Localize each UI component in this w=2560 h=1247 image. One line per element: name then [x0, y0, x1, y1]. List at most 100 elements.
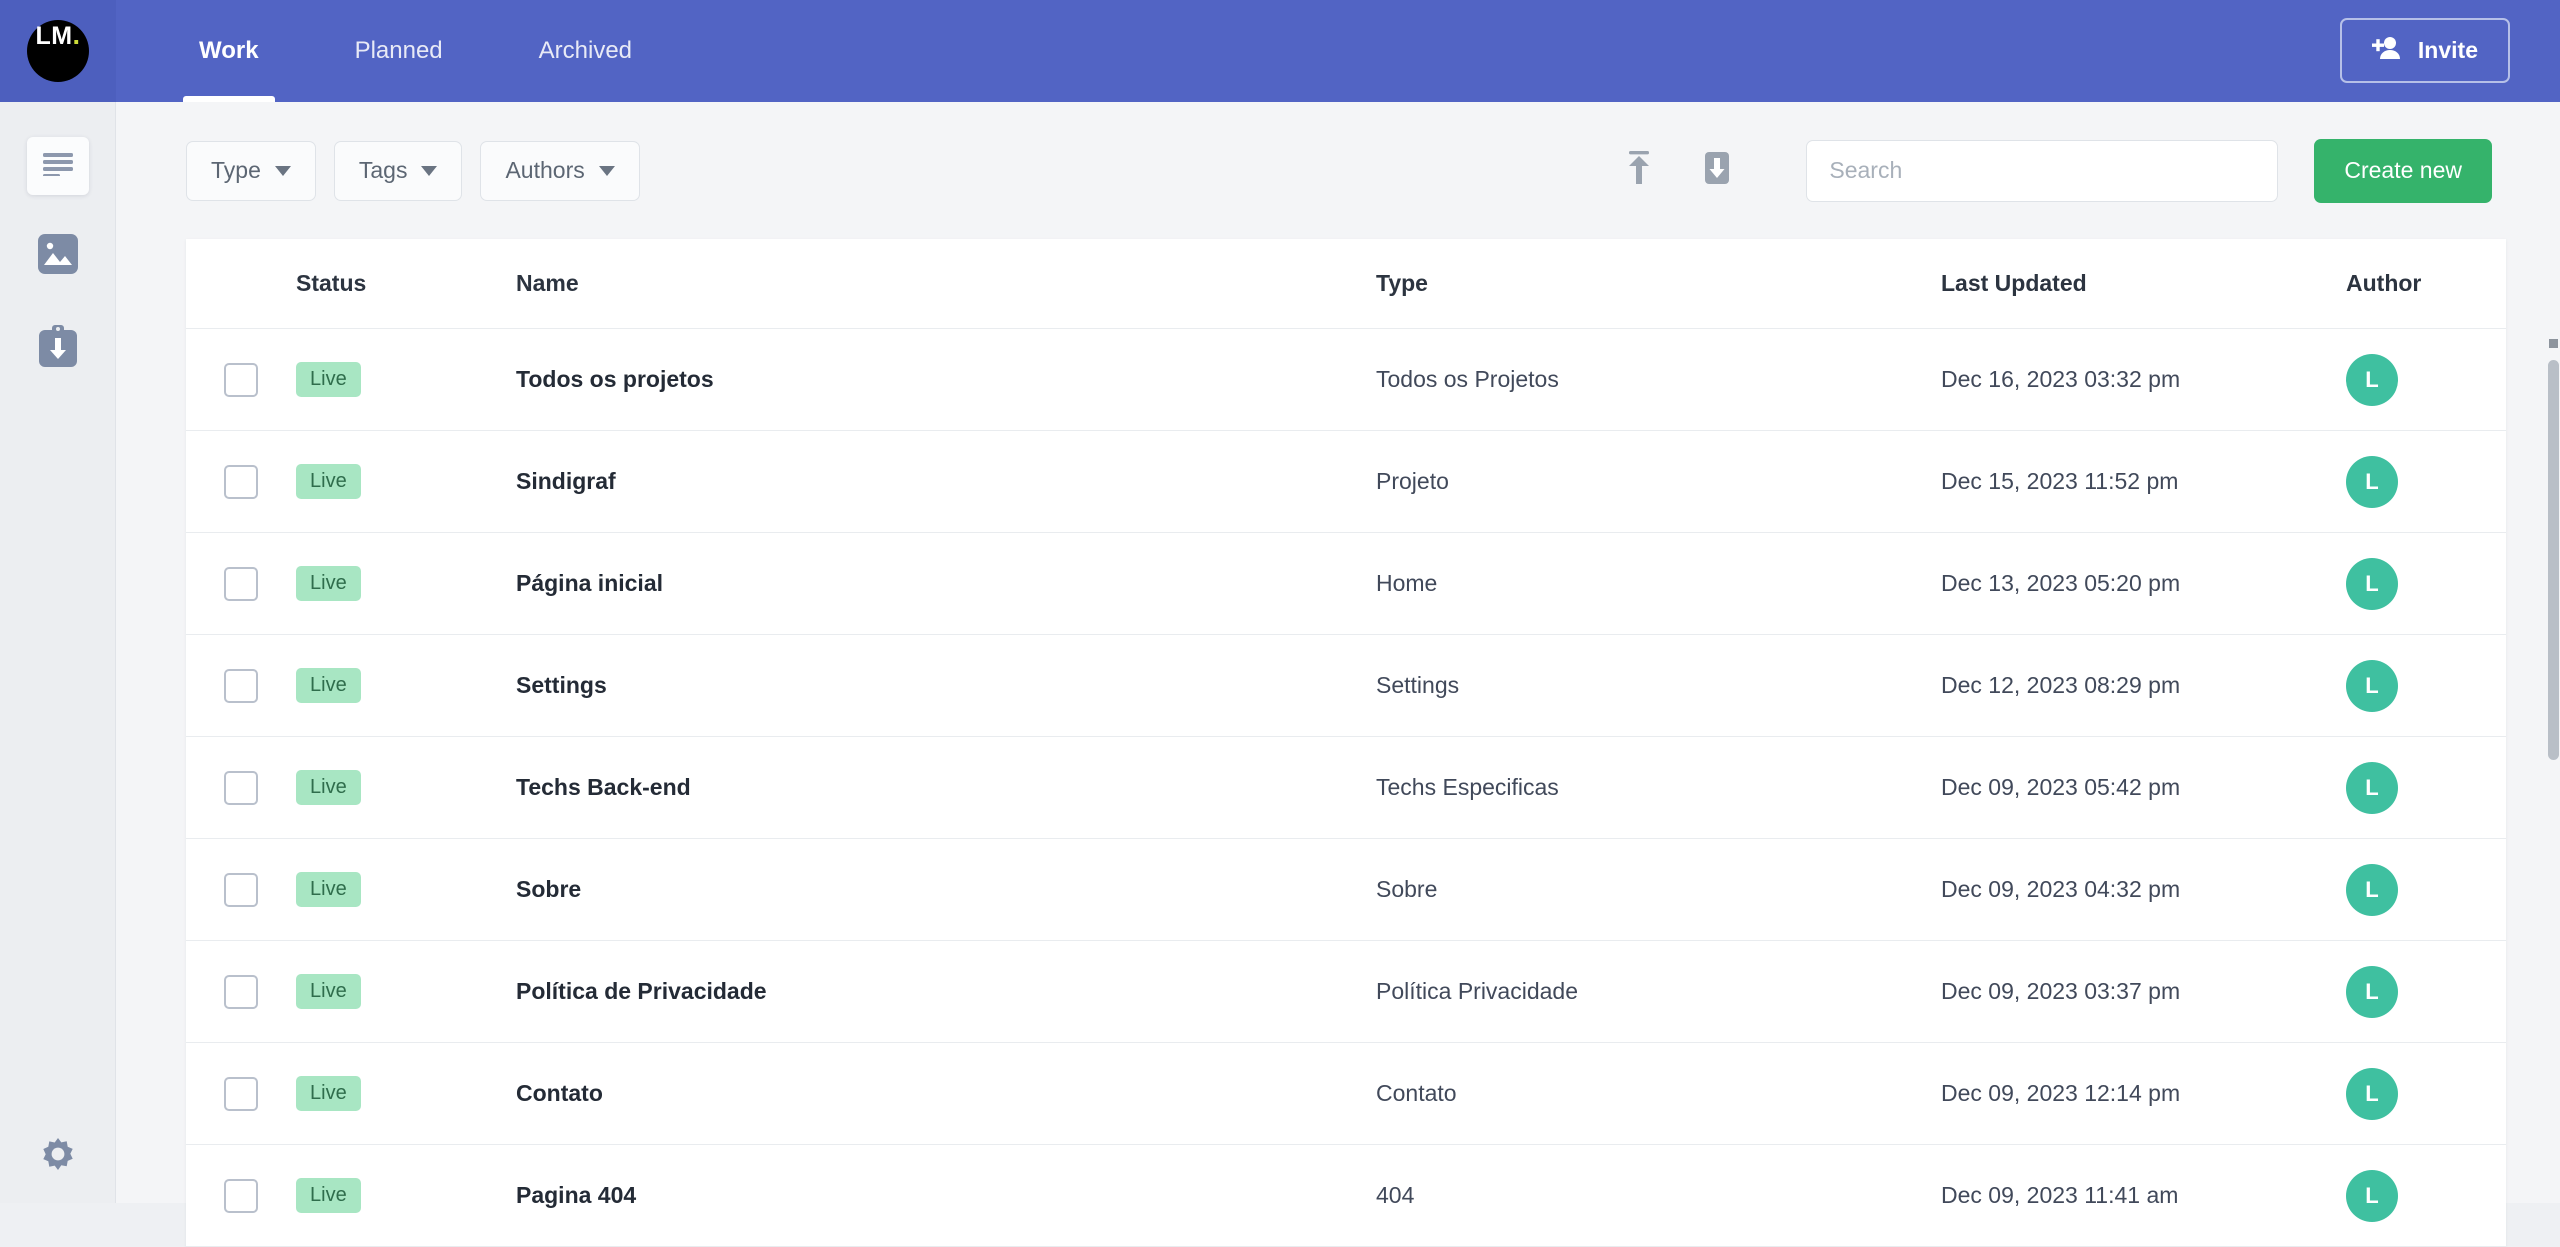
filter-authors[interactable]: Authors: [480, 140, 640, 201]
avatar[interactable]: L: [2346, 659, 2398, 712]
row-checkbox-cell: [186, 1178, 296, 1213]
row-type: Todos os Projetos: [1376, 366, 1559, 392]
avatar[interactable]: L: [2346, 863, 2398, 916]
row-checkbox[interactable]: [224, 566, 258, 601]
row-checkbox[interactable]: [224, 872, 258, 907]
avatar[interactable]: L: [2346, 1169, 2398, 1222]
row-name[interactable]: Política de Privacidade: [516, 978, 1376, 1005]
tab-planned[interactable]: Planned: [345, 0, 453, 102]
row-checkbox[interactable]: [224, 1178, 258, 1213]
row-name[interactable]: Settings: [516, 672, 1376, 699]
row-last-updated: Dec 09, 2023 04:32 pm: [1941, 876, 2181, 902]
row-name[interactable]: Pagina 404: [516, 1182, 1376, 1209]
tab-work[interactable]: Work: [183, 0, 275, 102]
row-name[interactable]: Página inicial: [516, 570, 1376, 597]
sidebar-item-pages[interactable]: [0, 135, 116, 197]
filter-tags[interactable]: Tags: [333, 140, 463, 201]
sidebar-item-assets[interactable]: [0, 320, 116, 378]
avatar[interactable]: L: [2346, 353, 2398, 406]
avatar[interactable]: L: [2346, 455, 2398, 508]
avatar[interactable]: L: [2346, 761, 2398, 814]
tab-work-label: Work: [199, 37, 259, 64]
column-header-status[interactable]: Status: [296, 270, 516, 297]
filter-tags-label: Tags: [358, 157, 408, 183]
row-type: 404: [1376, 1182, 1415, 1208]
table-row[interactable]: Live Página inicial Home Dec 13, 2023 05:20…: [186, 533, 2506, 635]
status-badge: Live: [296, 362, 361, 397]
row-status-cell: Live: [296, 1178, 516, 1213]
create-new-button[interactable]: Create new: [2314, 138, 2492, 203]
chevron-down-icon: [274, 165, 291, 176]
status-badge: Live: [296, 974, 361, 1009]
vertical-scrollbar[interactable]: [2546, 102, 2560, 1203]
row-type: Settings: [1376, 672, 1460, 698]
brand-logo: LM.: [27, 20, 89, 82]
row-name[interactable]: Sobre: [516, 876, 1376, 903]
table-row[interactable]: Live Política de Privacidade Política Priv…: [186, 941, 2506, 1043]
row-status-cell: Live: [296, 872, 516, 907]
search-field[interactable]: [1806, 139, 2279, 202]
column-header-author[interactable]: Author: [2346, 270, 2506, 297]
table-row[interactable]: Live Techs Back-end Techs Especificas Dec 0…: [186, 737, 2506, 839]
avatar[interactable]: L: [2346, 965, 2398, 1018]
row-name[interactable]: Sindigraf: [516, 468, 1376, 495]
row-last-updated: Dec 12, 2023 08:29 pm: [1941, 672, 2181, 698]
table-row[interactable]: Live Sindigraf Projeto Dec 15, 2023 11:52 p…: [186, 431, 2506, 533]
download-icon: [1703, 151, 1731, 190]
upload-icon: [1624, 151, 1654, 190]
logo-container[interactable]: LM.: [0, 0, 116, 102]
row-checkbox-cell: [186, 974, 296, 1009]
row-name[interactable]: Techs Back-end: [516, 774, 1376, 801]
row-checkbox-cell: [186, 770, 296, 805]
tab-archived-label: Archived: [538, 37, 633, 64]
row-author-cell: L: [2346, 1169, 2506, 1222]
row-status-cell: Live: [296, 668, 516, 703]
scrollbar-thumb[interactable]: [2548, 360, 2559, 760]
row-checkbox[interactable]: [224, 974, 258, 1009]
avatar[interactable]: L: [2346, 1067, 2398, 1120]
column-header-type[interactable]: Type: [1376, 270, 1941, 297]
row-author-cell: L: [2346, 557, 2506, 610]
row-checkbox[interactable]: [224, 464, 258, 499]
column-header-last-updated[interactable]: Last Updated: [1941, 270, 2346, 297]
table-row[interactable]: Live Sobre Sobre Dec 09, 2023 04:32 pm L: [186, 839, 2506, 941]
row-name[interactable]: Todos os projetos: [516, 366, 1376, 393]
main-content: Type Tags Authors Search Create new Stat…: [116, 102, 2560, 1247]
sidebar-item-media[interactable]: [0, 227, 116, 285]
invite-button-label: Invite: [2417, 37, 2478, 63]
scrollbar-arrow-icon[interactable]: [2549, 339, 2558, 348]
row-last-updated: Dec 09, 2023 03:37 pm: [1941, 978, 2181, 1004]
row-checkbox[interactable]: [224, 362, 258, 397]
search-input[interactable]: [1829, 157, 2256, 184]
table-row[interactable]: Live Todos os projetos Todos os Projetos De…: [186, 329, 2506, 431]
filter-type[interactable]: Type: [186, 140, 316, 201]
row-checkbox[interactable]: [224, 1076, 258, 1111]
upload-button[interactable]: [1608, 140, 1670, 202]
row-author-cell: L: [2346, 353, 2506, 406]
column-header-name[interactable]: Name: [516, 270, 1376, 297]
table-header-row: Status Name Type Last Updated Author: [186, 239, 2506, 329]
status-badge: Live: [296, 464, 361, 499]
row-checkbox-cell: [186, 1076, 296, 1111]
row-name[interactable]: Contato: [516, 1080, 1376, 1107]
row-checkbox[interactable]: [224, 668, 258, 703]
row-checkbox[interactable]: [224, 770, 258, 805]
row-status-cell: Live: [296, 566, 516, 601]
avatar[interactable]: L: [2346, 557, 2398, 610]
row-type: Projeto: [1376, 468, 1449, 494]
row-type: Contato: [1376, 1080, 1457, 1106]
document-lines-icon: [43, 152, 73, 181]
row-checkbox-cell: [186, 362, 296, 397]
download-button[interactable]: [1686, 140, 1748, 202]
status-badge: Live: [296, 872, 361, 907]
tab-archived[interactable]: Archived: [529, 0, 642, 102]
items-table: Status Name Type Last Updated Author Liv…: [186, 239, 2506, 1247]
image-icon: [37, 233, 79, 280]
invite-button[interactable]: Invite: [2339, 18, 2510, 83]
table-row[interactable]: Live Pagina 404 404 Dec 09, 2023 11:41 am L: [186, 1145, 2506, 1247]
sidebar-item-settings[interactable]: [0, 1136, 116, 1181]
table-row[interactable]: Live Settings Settings Dec 12, 2023 08:29 p…: [186, 635, 2506, 737]
row-status-cell: Live: [296, 362, 516, 397]
table-row[interactable]: Live Contato Contato Dec 09, 2023 12:14 pm L: [186, 1043, 2506, 1145]
row-author-cell: L: [2346, 863, 2506, 916]
